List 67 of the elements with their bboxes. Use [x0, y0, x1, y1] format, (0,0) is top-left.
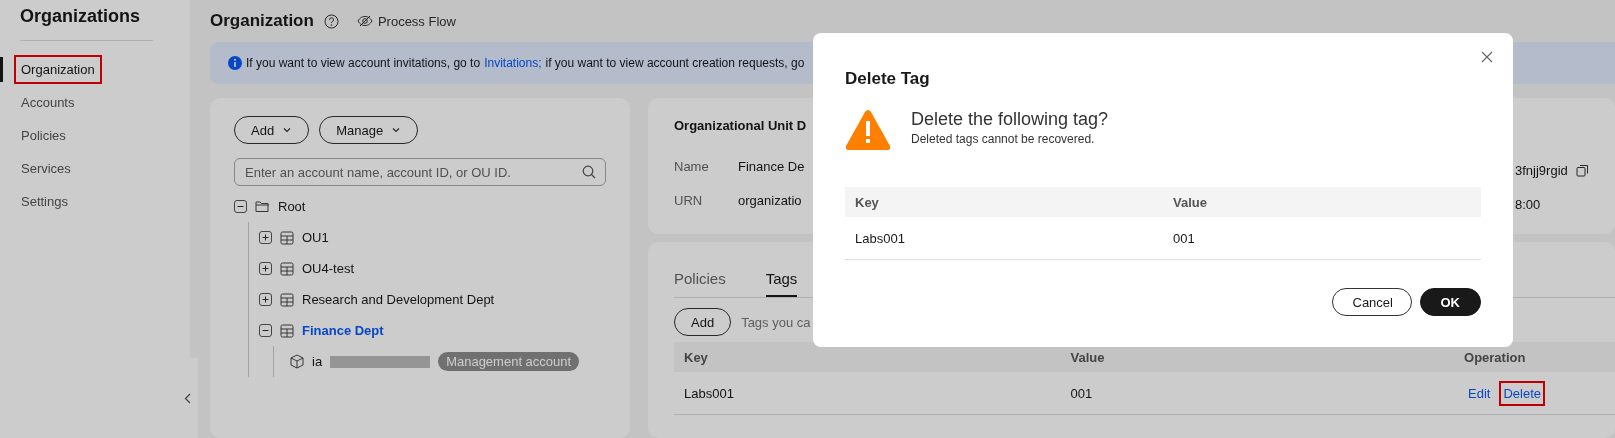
info-icon	[228, 56, 242, 70]
table-icon	[280, 230, 294, 245]
column-header: Value	[1163, 187, 1481, 217]
eye-slash-icon	[356, 15, 373, 27]
warning-icon	[845, 109, 891, 151]
table-icon	[280, 292, 294, 307]
sidebar-item[interactable]: Settings	[14, 187, 75, 216]
details-title: Organizational Unit D	[674, 118, 807, 133]
field-value: Finance De	[738, 158, 805, 174]
copy-icon[interactable]	[1575, 163, 1589, 177]
dropdown-button[interactable]: Manage	[319, 116, 419, 144]
collapse-toggle[interactable]	[259, 324, 272, 337]
sidebar-item[interactable]: Policies	[14, 121, 73, 150]
dropdown-button[interactable]: Add	[234, 116, 310, 144]
field-value: 3fnjj9rgid	[1515, 162, 1568, 178]
search-icon	[582, 165, 596, 179]
sidebar-item[interactable]: Services	[14, 154, 78, 183]
chevron-left-icon	[183, 392, 191, 404]
invitations-link[interactable]: Invitations;	[484, 56, 542, 70]
search-field[interactable]: Enter an account name, account ID, or OU ID.	[234, 158, 606, 186]
tab[interactable]: Tags	[765, 264, 798, 297]
tree-node-label[interactable]: Research and Development Dept	[302, 292, 495, 307]
page-title: Organization	[210, 11, 314, 31]
close-icon[interactable]	[1481, 51, 1493, 63]
field-label: URN	[674, 192, 704, 208]
table-cell: Labs001	[845, 217, 1163, 260]
table-cell: Labs001	[674, 372, 1061, 415]
sidebar-item[interactable]: Accounts	[14, 88, 82, 117]
tree-node-label[interactable]: OU1	[302, 230, 329, 245]
tree-node-label[interactable]: Root	[278, 199, 306, 214]
sidebar-item[interactable]: Organization	[14, 55, 102, 84]
table-cell: 001	[1060, 372, 1454, 415]
sidebar-title: Organizations	[19, 5, 140, 27]
banner-text: if you want to view account creation requests, go	[545, 56, 805, 70]
account-name[interactable]: ia	[312, 354, 323, 369]
expand-toggle[interactable]	[259, 231, 272, 244]
table-icon	[280, 261, 294, 276]
dialog-title: Delete Tag	[845, 69, 931, 89]
dialog-message: Deleted tags cannot be recovered.	[911, 132, 1096, 146]
tab[interactable]: Policies	[674, 264, 726, 297]
cube-icon	[290, 354, 304, 369]
collapse-toggle[interactable]	[234, 200, 247, 213]
cancel-button[interactable]: Cancel	[1331, 288, 1412, 316]
dialog-heading: Delete the following tag?	[911, 109, 1109, 130]
expand-toggle[interactable]	[259, 293, 272, 306]
add-button[interactable]: Add	[674, 308, 732, 336]
banner-text: If you want to view account invitations, go to	[246, 56, 481, 70]
field-label: Name	[674, 158, 710, 174]
chevron-down-icon	[282, 125, 293, 135]
column-header: Key	[845, 187, 1163, 217]
hint-text: Tags you ca	[741, 314, 811, 330]
tree-node-label[interactable]: OU4-test	[302, 261, 354, 276]
table-cell: 001	[1163, 217, 1481, 260]
column-header: Operation	[1454, 342, 1615, 372]
action-link[interactable]: Delete	[1499, 380, 1545, 406]
tree-node-label[interactable]: Finance Dept	[302, 323, 384, 338]
table-icon	[280, 323, 294, 338]
ok-button[interactable]: OK	[1419, 288, 1481, 316]
folder-icon	[255, 200, 270, 213]
process-flow-link[interactable]: Process Flow	[356, 13, 456, 29]
expand-toggle[interactable]	[259, 262, 272, 275]
account-badge: Management account	[438, 352, 580, 371]
help-icon[interactable]	[323, 13, 339, 29]
action-link[interactable]: Edit	[1464, 380, 1495, 406]
field-value: 8:00	[1515, 196, 1541, 212]
field-value: organizatio	[738, 192, 802, 208]
chevron-down-icon	[391, 125, 402, 135]
